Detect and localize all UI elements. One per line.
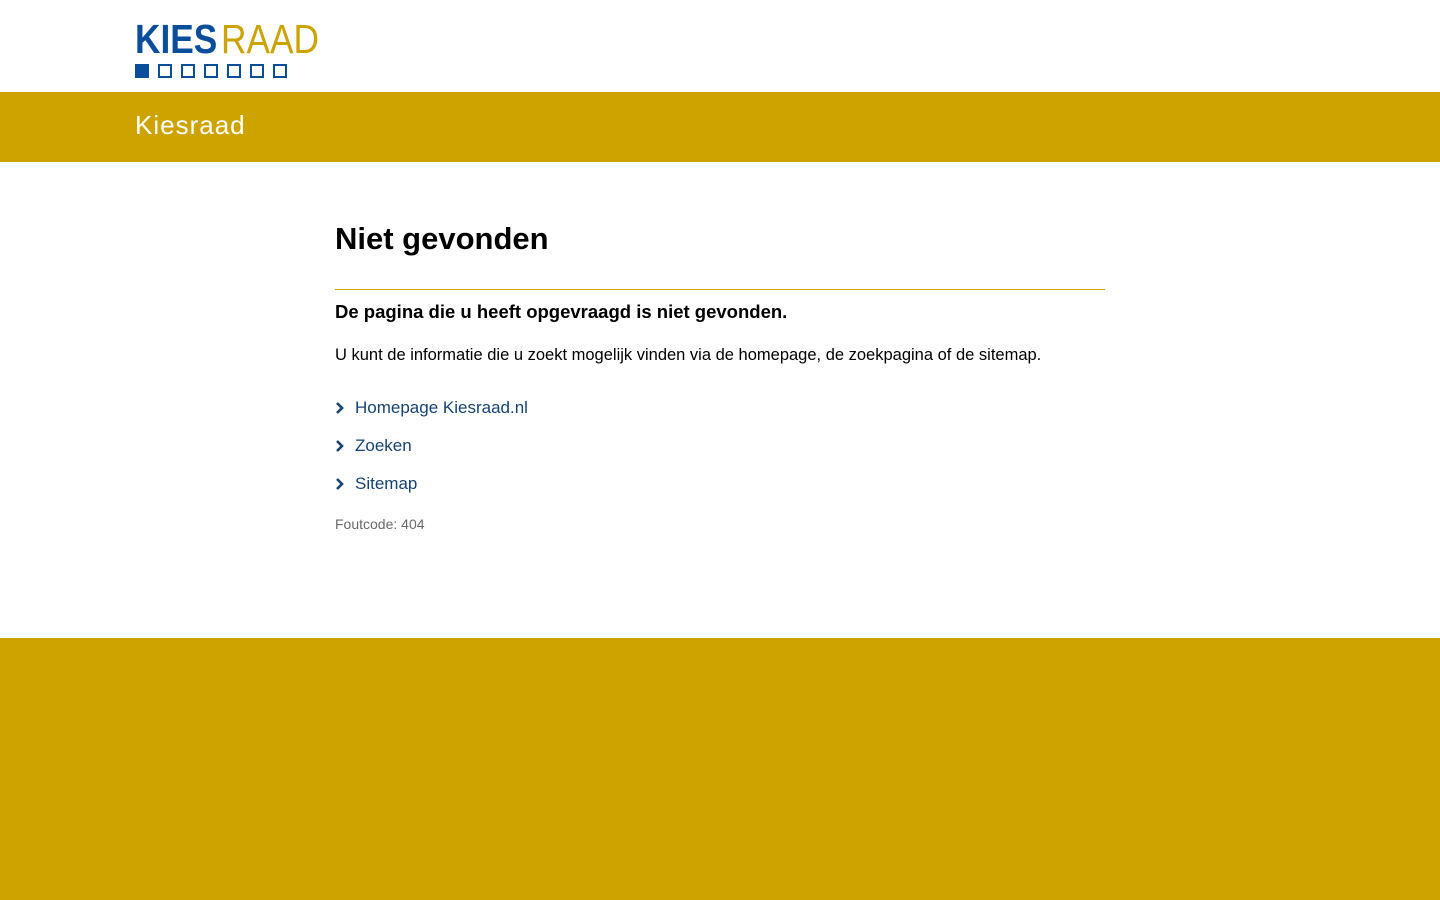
body-text: U kunt de informatie die u zoekt mogelij…: [335, 346, 1042, 365]
logo-square: [273, 64, 287, 78]
main-content: Niet gevonden De pagina die u heeft opge…: [0, 162, 1440, 638]
site-name: Kiesraad: [135, 110, 246, 140]
page-title: Niet gevonden: [335, 220, 1105, 291]
logo-square: [181, 64, 195, 78]
logo-wordmark: KIES RAAD: [135, 16, 335, 62]
link-list: Homepage Kiesraad.nl Zoeken Sitemap: [335, 389, 1105, 503]
chevron-right-icon: [335, 401, 355, 414]
search-link[interactable]: Zoeken: [355, 436, 412, 456]
logo-square: [250, 64, 264, 78]
sitemap-link[interactable]: Sitemap: [355, 474, 417, 494]
error-code: Foutcode: 404: [335, 515, 425, 532]
site-header: KIES RAAD: [0, 0, 1440, 92]
logo-square: [227, 64, 241, 78]
intro-text: De pagina die u heeft opgevraagd is niet…: [335, 301, 788, 323]
list-item: Sitemap: [335, 465, 1105, 503]
site-title-bar: Kiesraad: [0, 92, 1440, 162]
kiesraad-logo[interactable]: KIES RAAD: [135, 16, 335, 78]
logo-square: [135, 64, 149, 78]
homepage-link[interactable]: Homepage Kiesraad.nl: [355, 398, 528, 418]
logo-square: [204, 64, 218, 78]
chevron-right-icon: [335, 477, 355, 490]
logo-wordmark-raad: RAAD: [221, 16, 319, 62]
logo-wordmark-kies: KIES: [135, 16, 218, 62]
list-item: Homepage Kiesraad.nl: [335, 389, 1105, 427]
error-article: Niet gevonden De pagina die u heeft opge…: [335, 220, 1105, 532]
site-footer: [0, 638, 1440, 900]
logo-squares: [135, 64, 335, 78]
chevron-right-icon: [335, 439, 355, 452]
logo-square: [158, 64, 172, 78]
list-item: Zoeken: [335, 427, 1105, 465]
